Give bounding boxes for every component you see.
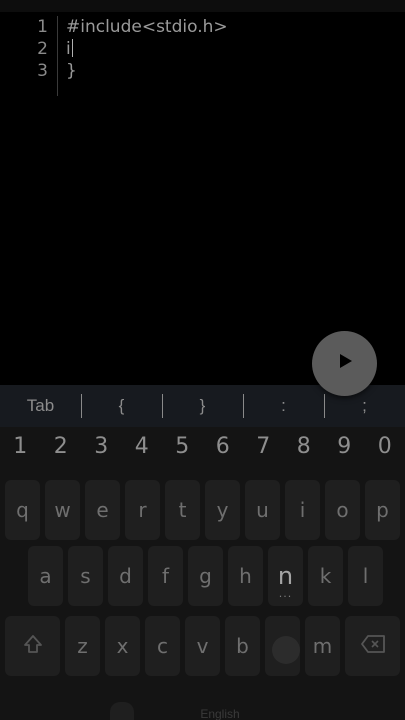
letter-row-bottom: z x c v b n m [5, 616, 405, 676]
digit-key[interactable]: 1 [0, 427, 41, 469]
key-k[interactable]: k [308, 546, 343, 606]
key-q[interactable]: q [5, 480, 40, 540]
digit-key[interactable]: 8 [284, 427, 325, 469]
key-m[interactable]: m [305, 616, 340, 676]
digit-key[interactable]: 0 [365, 427, 405, 469]
key-s[interactable]: s [68, 546, 103, 606]
key-b[interactable]: b [225, 616, 260, 676]
key-w[interactable]: w [45, 480, 80, 540]
key-h[interactable]: h [228, 546, 263, 606]
text-caret [71, 39, 73, 57]
screen: 1 2 3 #include<stdio.h> i } Tab { } : ; … [0, 0, 405, 720]
key-d[interactable]: d [108, 546, 143, 606]
digit-key[interactable]: 3 [81, 427, 122, 469]
open-brace-key[interactable]: { [81, 385, 162, 427]
code-text[interactable]: #include<stdio.h> i } [66, 16, 228, 82]
line-number: 3 [37, 61, 48, 81]
key-z[interactable]: z [65, 616, 100, 676]
run-button[interactable] [312, 331, 377, 396]
digit-key[interactable]: 7 [243, 427, 284, 469]
key-f[interactable]: f [148, 546, 183, 606]
code-line[interactable]: #include<stdio.h> [66, 16, 228, 38]
digit-key[interactable]: 4 [122, 427, 163, 469]
code-line[interactable]: } [66, 60, 228, 82]
key-c[interactable]: c [145, 616, 180, 676]
shift-icon [22, 633, 44, 660]
letter-row-top: q w e r t y u i o p [5, 480, 405, 540]
gutter-divider [57, 16, 58, 96]
close-brace-key[interactable]: } [162, 385, 243, 427]
soft-keyboard: 1 2 3 4 5 6 7 8 9 0 q w e r t y u i o p … [0, 427, 405, 720]
keyboard-bottom-row: English [0, 685, 405, 720]
backspace-icon [360, 634, 386, 659]
backspace-key[interactable] [345, 616, 400, 676]
key-e[interactable]: e [85, 480, 120, 540]
key-l[interactable]: l [348, 546, 383, 606]
emoji-key[interactable] [110, 702, 134, 720]
key-t[interactable]: t [165, 480, 200, 540]
colon-key[interactable]: : [243, 385, 324, 427]
letter-row-middle: a s d f g h n k l [28, 546, 388, 606]
code-editor[interactable]: 1 2 3 #include<stdio.h> i } [0, 12, 405, 385]
key-a[interactable]: a [28, 546, 63, 606]
key-j-pressed[interactable]: n [268, 546, 303, 606]
status-bar [0, 0, 405, 12]
key-o[interactable]: o [325, 480, 360, 540]
code-line-text: } [66, 61, 77, 81]
key-u[interactable]: u [245, 480, 280, 540]
digit-key[interactable]: 2 [41, 427, 82, 469]
key-v[interactable]: v [185, 616, 220, 676]
line-number: 2 [37, 39, 48, 59]
line-number: 1 [37, 17, 48, 37]
digit-key[interactable]: 5 [162, 427, 203, 469]
touch-indicator [272, 636, 300, 664]
key-x[interactable]: x [105, 616, 140, 676]
play-icon [336, 352, 354, 375]
key-g[interactable]: g [188, 546, 223, 606]
code-line-text: i [66, 39, 71, 59]
shift-key[interactable] [5, 616, 60, 676]
key-i[interactable]: i [285, 480, 320, 540]
space-key[interactable]: English [150, 699, 290, 720]
line-number-gutter: 1 2 3 [0, 16, 56, 82]
key-r[interactable]: r [125, 480, 160, 540]
number-row: 1 2 3 4 5 6 7 8 9 0 [0, 427, 405, 469]
digit-key[interactable]: 6 [203, 427, 244, 469]
key-p[interactable]: p [365, 480, 400, 540]
key-y[interactable]: y [205, 480, 240, 540]
tab-key[interactable]: Tab [0, 385, 81, 427]
code-line[interactable]: i [66, 38, 228, 60]
digit-key[interactable]: 9 [324, 427, 365, 469]
code-line-text: #include<stdio.h> [66, 17, 228, 37]
